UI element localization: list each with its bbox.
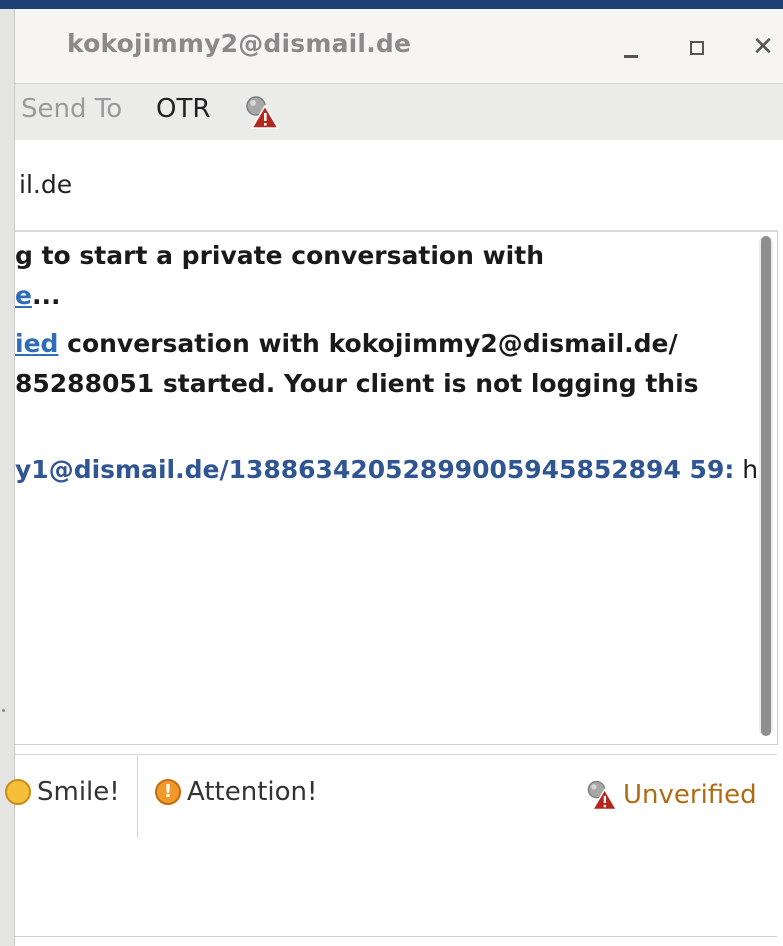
conversation-menubar: Send To OTR [15,83,783,141]
smile-button[interactable]: Smile! [5,777,120,807]
message-sender: y1@dismail.de/13886342052899005945852894… [15,455,735,484]
resize-grip[interactable] [2,709,5,712]
unverified-warning-icon [587,780,618,811]
window-titlebar[interactable]: kokojimmy2@dismail.de ✕ [15,9,783,83]
system-message-line: g to start a private conversation with [15,241,544,270]
buddy-link[interactable]: e [15,281,32,310]
system-message-text: conversation with kokojimmy2@dismail.de/ [58,329,678,358]
attention-label: Attention! [187,777,318,807]
otr-unverified-button[interactable]: Unverified [583,777,757,813]
title-accent-strip [0,0,783,9]
toolbar-divider [137,755,138,839]
close-button[interactable]: ✕ [743,27,783,67]
chat-message: y1@dismail.de/13886342052899005945852894… [15,450,765,490]
unverified-link[interactable]: ied [15,329,58,358]
unverified-warning-icon [246,96,280,129]
otr-status-menu-button[interactable] [241,92,281,132]
smile-label: Smile! [37,777,120,807]
menu-send-to[interactable]: Send To [21,94,122,124]
recipient-info: il.de [15,140,783,230]
attention-icon: ! [155,779,181,805]
recipient-name: il.de [19,170,73,199]
attention-button[interactable]: ! Attention! [155,777,317,807]
maximize-button[interactable] [677,27,717,67]
ellipsis-text: ... [31,281,61,310]
scrollbar-thumb[interactable] [761,236,771,736]
smiley-icon [5,779,31,805]
system-message-line: ied conversation with kokojimmy2@dismail… [15,324,699,364]
maximize-icon [690,41,704,55]
menu-otr[interactable]: OTR [156,94,210,124]
conversation-history[interactable]: g to start a private conversation with e… [15,230,778,745]
close-icon: ✕ [752,32,774,62]
minimize-button[interactable] [611,27,651,67]
formatting-toolbar: Smile! ! Attention! Unverified [5,754,777,840]
message-input[interactable] [15,838,777,937]
history-scrollbar[interactable] [759,236,773,736]
minimize-icon [624,55,638,58]
system-message-line: 85288051 started. Your client is not log… [15,369,699,398]
system-message-otr-started: ied conversation with kokojimmy2@dismail… [15,324,699,404]
window-title: kokojimmy2@dismail.de [67,29,412,58]
system-message-otr-start: g to start a private conversation with e… [15,236,544,316]
system-message-line: e... [15,276,544,316]
otr-status-label: Unverified [623,780,757,810]
